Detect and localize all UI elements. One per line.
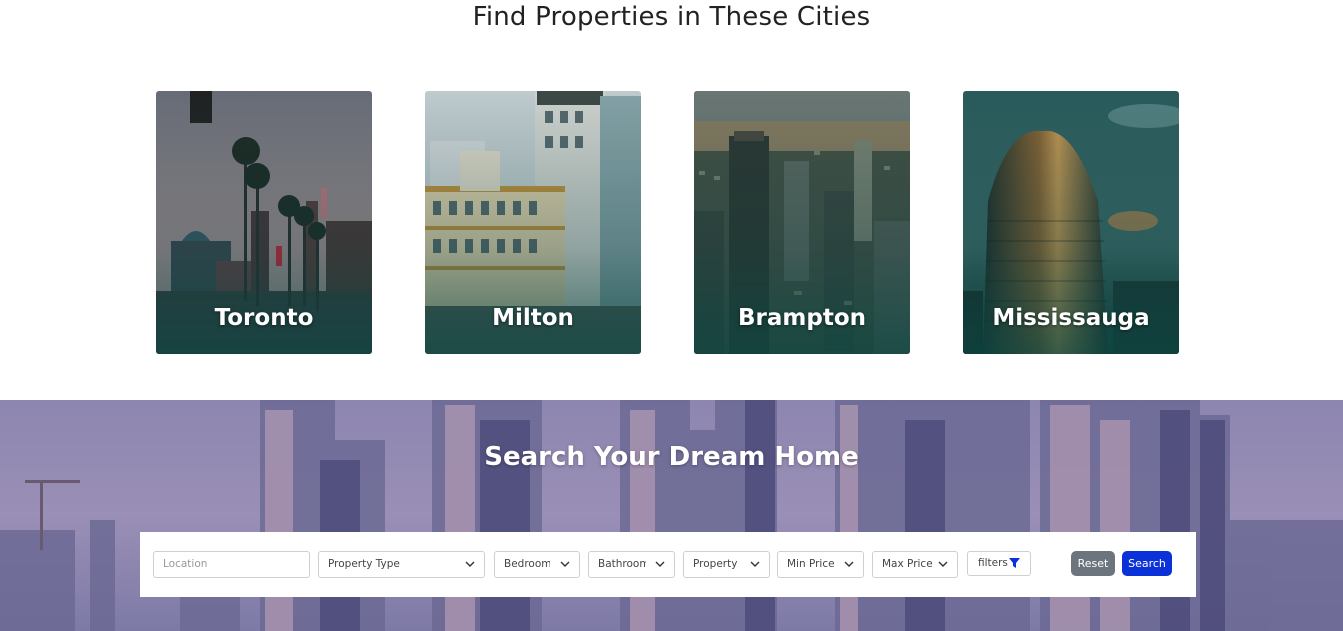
bathrooms-select[interactable]: Bathroom <box>588 551 675 578</box>
chevron-down-icon <box>750 561 760 567</box>
chevron-down-icon <box>938 561 948 567</box>
filter-funnel-icon <box>1009 558 1020 568</box>
city-card-milton[interactable]: Milton <box>425 91 641 354</box>
property-status-select[interactable]: Property S <box>683 551 770 578</box>
property-type-select[interactable]: Property Type <box>318 551 485 578</box>
chevron-down-icon <box>465 561 475 567</box>
search-bar: Location Property Type Bedroom: Bathroom… <box>140 532 1196 597</box>
bedrooms-select[interactable]: Bedroom: <box>494 551 580 578</box>
filters-button[interactable]: filters <box>967 551 1031 576</box>
max-price-select[interactable]: Max Price <box>872 551 958 578</box>
section-title: Find Properties in These Cities <box>472 2 871 32</box>
chevron-down-icon <box>560 561 570 567</box>
city-card-mississauga[interactable]: Mississauga <box>963 91 1179 354</box>
min-price-select[interactable]: Min Price <box>777 551 864 578</box>
cities-section: Find Properties in These Cities Toronto … <box>0 0 1343 400</box>
chevron-down-icon <box>655 561 665 567</box>
city-name: Toronto <box>214 305 314 331</box>
city-name: Milton <box>492 305 574 331</box>
city-name: Brampton <box>738 305 866 331</box>
chevron-down-icon <box>844 561 854 567</box>
location-input[interactable]: Location <box>153 551 310 578</box>
search-button[interactable]: Search <box>1122 551 1172 576</box>
search-title: Search Your Dream Home <box>484 442 859 472</box>
city-card-brampton[interactable]: Brampton <box>694 91 910 354</box>
city-name: Mississauga <box>992 305 1150 331</box>
city-card-toronto[interactable]: Toronto <box>156 91 372 354</box>
reset-button[interactable]: Reset <box>1071 551 1115 576</box>
